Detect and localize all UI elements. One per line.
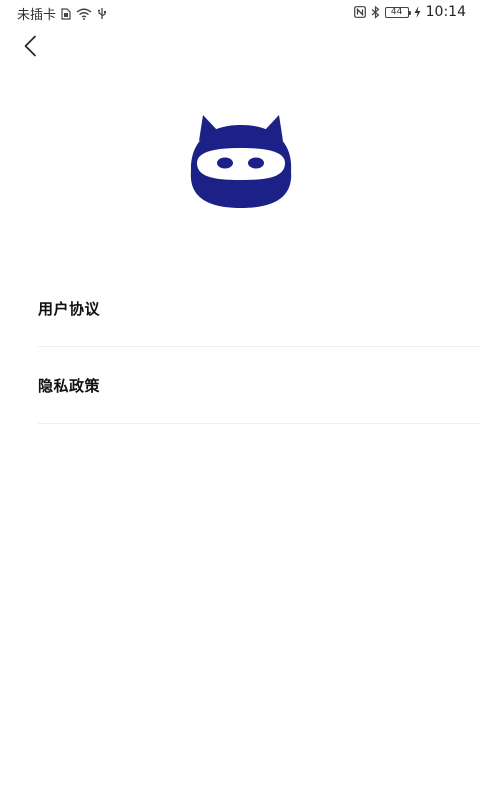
menu-list: 用户协议 隐私政策 (38, 270, 480, 424)
privacy-policy-label: 隐私政策 (38, 376, 101, 395)
back-button[interactable] (14, 30, 46, 62)
status-left: 未插卡 (17, 4, 107, 23)
battery-level: 44 (390, 6, 403, 17)
user-agreement-item[interactable]: 用户协议 (38, 270, 480, 347)
wifi-icon (76, 8, 92, 20)
ninja-mascot-logo-icon (190, 115, 292, 208)
status-bar: 未插卡 44 10:14 (0, 0, 480, 24)
usb-icon (97, 7, 107, 20)
status-right: 44 10:14 (353, 4, 466, 20)
clock: 10:14 (425, 4, 466, 20)
bluetooth-icon (371, 5, 380, 19)
carrier-text: 未插卡 (17, 8, 57, 23)
charging-icon (414, 6, 421, 18)
sim-icon (61, 7, 71, 20)
battery-icon: 44 (384, 6, 411, 18)
privacy-policy-item[interactable]: 隐私政策 (38, 347, 480, 424)
app-logo (183, 113, 299, 211)
user-agreement-label: 用户协议 (38, 299, 101, 318)
nfc-icon (353, 6, 366, 18)
chevron-left-icon (24, 35, 36, 57)
